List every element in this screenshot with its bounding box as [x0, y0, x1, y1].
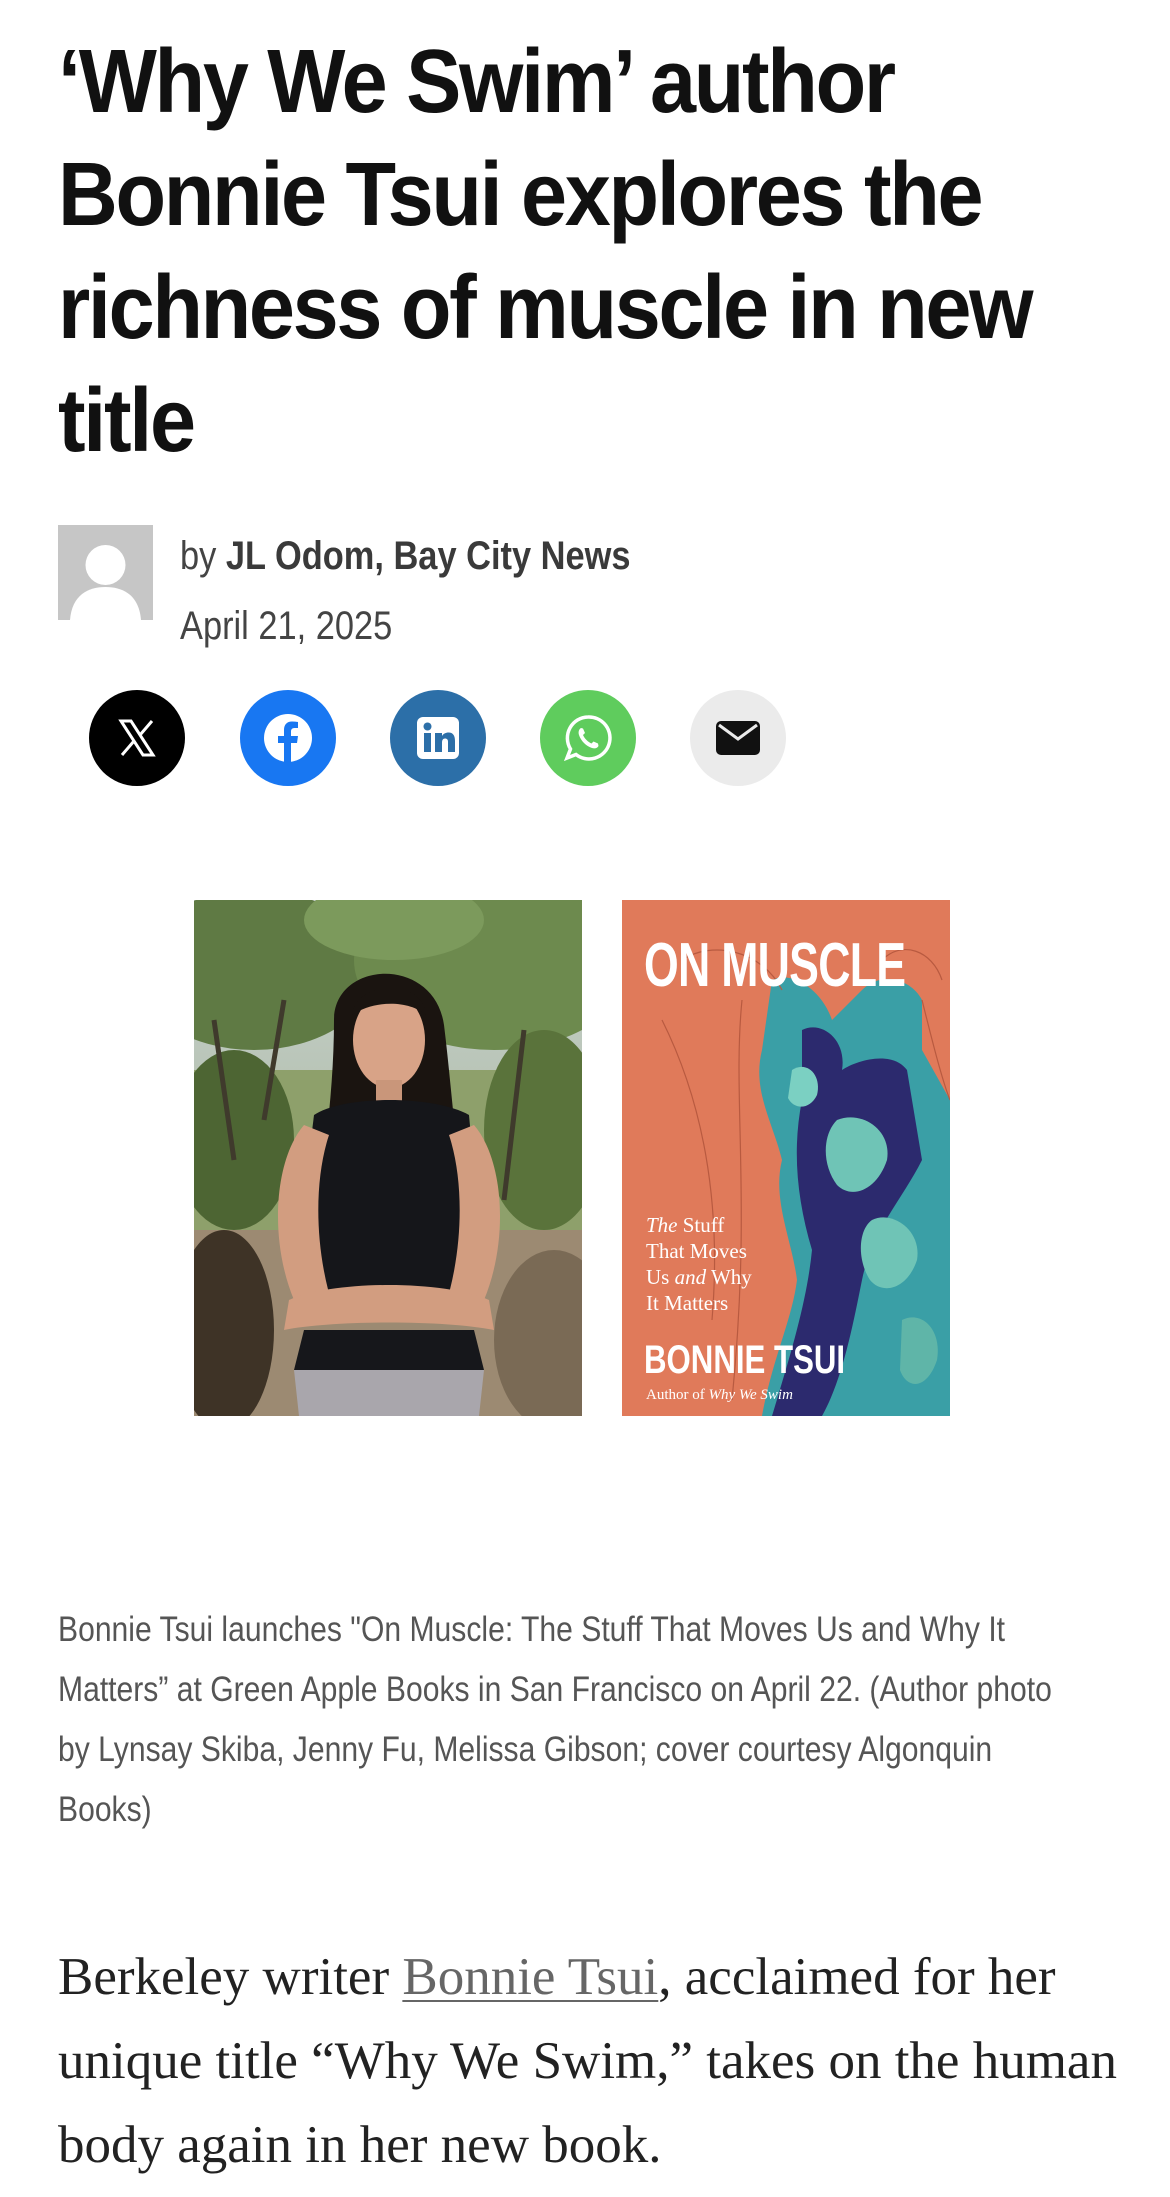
paragraph-text-start: Berkeley writer [58, 1948, 403, 2006]
share-linkedin-button[interactable] [390, 690, 486, 786]
share-whatsapp-button[interactable] [540, 690, 636, 786]
article-paragraph: Berkeley writer Bonnie Tsui, acclaimed f… [58, 1935, 1118, 2187]
share-facebook-button[interactable] [240, 690, 336, 786]
subtitle-line-2: That Moves [646, 1239, 747, 1263]
author-portrait-image [194, 900, 582, 1416]
author-link[interactable]: JL Odom, Bay City News [226, 534, 631, 578]
book-cover-title: ON MUSCLE [644, 931, 906, 1000]
avatar-placeholder-icon [58, 525, 153, 620]
bonnie-tsui-link[interactable]: Bonnie Tsui [402, 1948, 658, 2006]
figure-caption: Bonnie Tsui launches "On Muscle: The Stu… [58, 1610, 1052, 1829]
publish-date: April 21, 2025 [180, 604, 393, 648]
article-headline: ‘Why We Swim’ author Bonnie Tsui explore… [58, 32, 1034, 471]
book-cover[interactable]: ON MUSCLE The Stuff That Moves Us and Wh… [622, 900, 950, 1416]
facebook-icon [264, 714, 312, 762]
book-cover-subtitle: The Stuff That Moves Us and Why It Matte… [646, 1212, 776, 1316]
linkedin-icon [417, 717, 459, 759]
byline-prefix: by [180, 534, 217, 578]
share-email-button[interactable] [690, 690, 786, 786]
byline: by JL Odom, Bay City News [180, 530, 631, 582]
tagline-title: Why We Swim [708, 1387, 793, 1403]
subtitle-line-3b: Why [710, 1265, 752, 1289]
tagline-prefix: Author of [646, 1387, 705, 1403]
article-page: ‘Why We Swim’ author Bonnie Tsui explore… [0, 0, 1170, 2197]
subtitle-line-1: Stuff [682, 1213, 725, 1237]
x-icon [118, 719, 156, 757]
book-cover-author: BONNIE TSUI [644, 1338, 846, 1382]
whatsapp-icon [563, 715, 612, 762]
share-bar [0, 690, 1170, 790]
article-figure: ON MUSCLE The Stuff That Moves Us and Wh… [194, 900, 950, 1416]
author-avatar[interactable] [58, 525, 153, 620]
email-icon [716, 721, 760, 755]
subtitle-line-4: It Matters [646, 1291, 729, 1315]
subtitle-and: and [674, 1265, 707, 1289]
subtitle-the: The [646, 1213, 678, 1237]
author-photo[interactable] [194, 900, 582, 1416]
share-x-button[interactable] [89, 690, 185, 786]
subtitle-line-3a: Us [646, 1265, 670, 1289]
book-cover-tagline: Author of Why We Swim [646, 1386, 793, 1404]
